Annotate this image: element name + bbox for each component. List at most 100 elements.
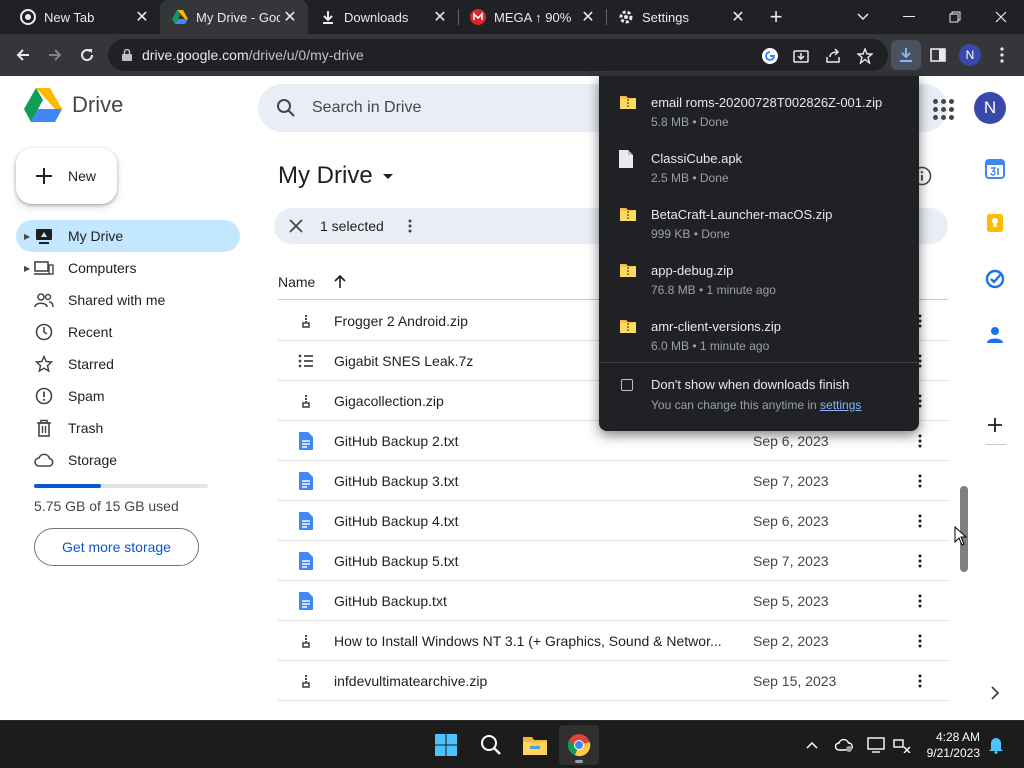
download-item[interactable]: app-debug.zip 76.8 MB • 1 minute ago	[599, 250, 919, 306]
sidebar-item-trash[interactable]: Trash	[16, 412, 240, 444]
folder-zip-icon	[619, 262, 637, 282]
close-icon[interactable]: ✕	[728, 7, 748, 27]
sidebar-item-starred[interactable]: Starred	[16, 348, 240, 380]
download-icon	[320, 9, 336, 25]
more-actions-icon[interactable]	[910, 509, 930, 533]
close-window-button[interactable]	[978, 0, 1024, 34]
sort-ascending-icon[interactable]	[333, 274, 347, 290]
bookmark-star-icon[interactable]	[854, 45, 876, 67]
chrome-taskbar-button[interactable]	[559, 725, 599, 765]
new-button[interactable]: New	[16, 148, 117, 204]
apps-grid-icon[interactable]	[930, 96, 954, 120]
address-bar[interactable]: drive.google.com/drive/u/0/my-drive	[108, 39, 888, 71]
side-panel-icon[interactable]	[923, 40, 953, 70]
table-row[interactable]: How to Install Windows NT 3.1 (+ Graphic…	[278, 621, 948, 661]
new-tab-button[interactable]: +	[756, 0, 796, 34]
notification-bell-icon[interactable]	[986, 733, 1006, 757]
close-icon[interactable]: ✕	[430, 7, 450, 27]
lock-icon[interactable]	[120, 48, 134, 62]
taskbar-search-button[interactable]	[471, 725, 511, 765]
sidebar-item-label: Starred	[68, 356, 114, 372]
expand-arrow-icon[interactable]: ▶	[24, 232, 30, 241]
table-row[interactable]: GitHub Backup 3.txt Sep 7, 2023	[278, 461, 948, 501]
table-row[interactable]: infdevultimatearchive.zip Sep 15, 2023	[278, 661, 948, 701]
system-clock[interactable]: 4:28 AM 9/21/2023	[920, 729, 980, 761]
file-modified-date: Sep 7, 2023	[753, 472, 829, 489]
dont-show-label[interactable]: Don't show when downloads finish	[651, 377, 849, 392]
table-row[interactable]: GitHub Backup.txt Sep 5, 2023	[278, 581, 948, 621]
more-actions-icon[interactable]	[910, 469, 930, 493]
network-disconnected-icon[interactable]	[892, 733, 912, 757]
more-actions-icon[interactable]	[910, 589, 930, 613]
drive-logo-icon	[24, 88, 62, 122]
drive-logo[interactable]: Drive	[24, 88, 123, 122]
more-actions-icon[interactable]	[910, 429, 930, 453]
chevron-right-icon[interactable]	[984, 682, 1006, 704]
clear-selection-icon[interactable]	[284, 214, 308, 238]
tab-new-tab[interactable]: New Tab ✕	[0, 0, 160, 34]
download-item[interactable]: ClassiCube.apk 2.5 MB • Done	[599, 138, 919, 194]
settings-link[interactable]: settings	[820, 398, 861, 412]
expand-arrow-icon[interactable]: ▶	[24, 264, 30, 273]
install-app-icon[interactable]	[790, 45, 812, 67]
file-name: GitHub Backup 2.txt	[334, 432, 459, 449]
table-row[interactable]: GitHub Backup 5.txt Sep 7, 2023	[278, 541, 948, 581]
download-file-name: email roms-20200728T002826Z-001.zip	[651, 95, 883, 110]
tab-mega[interactable]: MEGA ↑ 90% ✕	[458, 0, 606, 34]
sidebar-item-my-drive[interactable]: ▶ My Drive	[16, 220, 240, 252]
google-lens-icon[interactable]	[759, 45, 781, 67]
download-status: 999 KB • Done	[651, 227, 730, 241]
menu-kebab-icon[interactable]	[987, 40, 1017, 70]
table-row[interactable]: GitHub Backup 4.txt Sep 6, 2023	[278, 501, 948, 541]
tasks-icon[interactable]	[984, 268, 1006, 290]
sidebar-item-shared[interactable]: Shared with me	[16, 284, 240, 316]
tab-search-icon[interactable]	[840, 0, 886, 34]
url-host: drive.google.com	[142, 47, 249, 63]
star-icon	[34, 354, 54, 374]
file-explorer-button[interactable]	[515, 725, 555, 765]
back-button[interactable]	[8, 40, 38, 70]
sidebar-item-recent[interactable]: Recent	[16, 316, 240, 348]
get-more-storage-button[interactable]: Get more storage	[34, 528, 199, 566]
download-item[interactable]: amr-client-versions.zip 6.0 MB • 1 minute…	[599, 306, 919, 362]
add-addon-icon[interactable]	[984, 414, 1006, 436]
account-avatar[interactable]: N	[974, 92, 1006, 124]
forward-button[interactable]	[40, 40, 70, 70]
sidebar-nav: ▶ My Drive ▶ Computers Shared with me Re…	[16, 220, 240, 476]
keep-icon[interactable]	[984, 212, 1006, 234]
sidebar-item-storage[interactable]: Storage	[16, 444, 240, 476]
calendar-icon[interactable]	[984, 158, 1006, 180]
file-name: infdevultimatearchive.zip	[334, 672, 488, 689]
more-actions-icon[interactable]	[400, 214, 420, 238]
column-header-name[interactable]: Name	[278, 274, 315, 290]
search-icon[interactable]	[274, 96, 298, 120]
restore-button[interactable]	[932, 0, 978, 34]
reload-button[interactable]	[72, 40, 102, 70]
onedrive-icon[interactable]	[834, 733, 854, 757]
contacts-icon[interactable]	[984, 324, 1006, 346]
page-title[interactable]: My Drive	[278, 162, 393, 190]
share-icon[interactable]	[822, 45, 844, 67]
profile-button[interactable]: N	[955, 40, 985, 70]
sidebar-item-computers[interactable]: ▶ Computers	[16, 252, 240, 284]
more-actions-icon[interactable]	[910, 669, 930, 693]
close-icon[interactable]: ✕	[578, 7, 598, 27]
sidebar-item-label: Storage	[68, 452, 118, 468]
more-actions-icon[interactable]	[910, 549, 930, 573]
search-input[interactable]	[312, 99, 612, 117]
download-item[interactable]: email roms-20200728T002826Z-001.zip 5.8 M…	[599, 82, 919, 138]
tab-downloads[interactable]: Downloads ✕	[308, 0, 458, 34]
close-icon[interactable]: ✕	[280, 7, 300, 27]
sidebar-item-spam[interactable]: Spam	[16, 380, 240, 412]
display-icon[interactable]	[866, 733, 886, 757]
more-actions-icon[interactable]	[910, 629, 930, 653]
dont-show-checkbox[interactable]	[621, 379, 633, 391]
download-item[interactable]: BetaCraft-Launcher-macOS.zip 999 KB • Don…	[599, 194, 919, 250]
tab-settings[interactable]: Settings ✕	[606, 0, 756, 34]
close-icon[interactable]: ✕	[132, 7, 152, 27]
show-hidden-icons-chevron[interactable]	[802, 733, 822, 757]
minimize-button[interactable]	[886, 0, 932, 34]
downloads-button[interactable]	[891, 40, 921, 70]
start-button[interactable]	[426, 725, 466, 765]
tab-my-drive[interactable]: My Drive - Goog ✕	[160, 0, 308, 34]
